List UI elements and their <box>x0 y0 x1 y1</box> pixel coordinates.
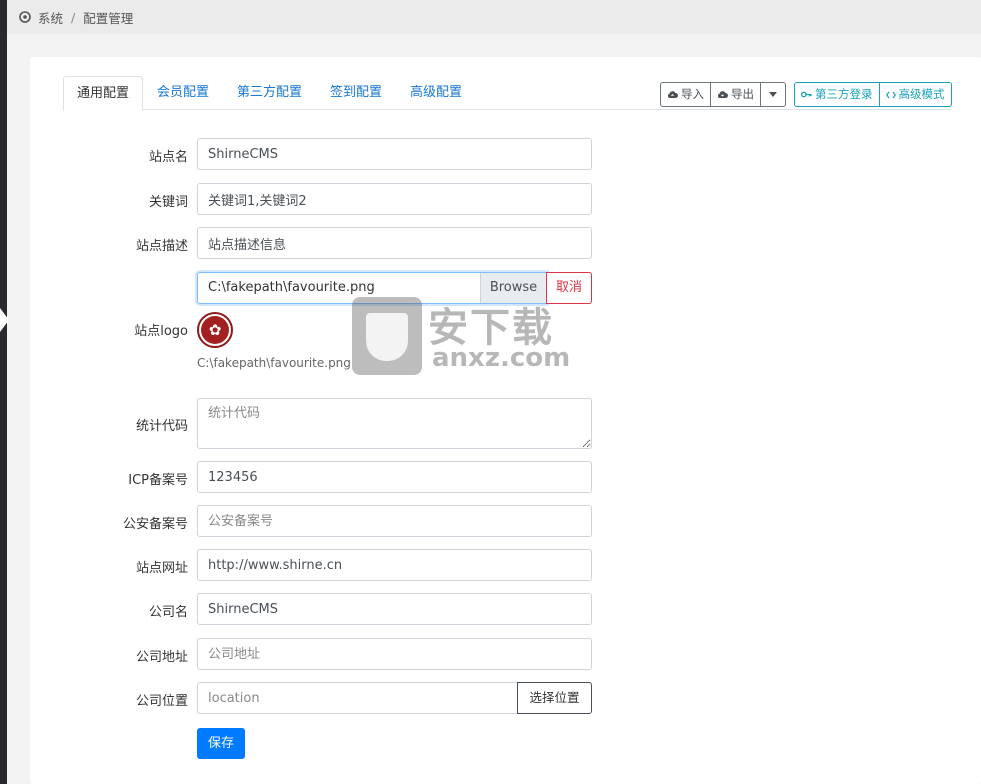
config-card: 通用配置 会员配置 第三方配置 签到配置 高级配置 导入 导出 第三方登录 高级… <box>30 57 981 784</box>
site-name-label: 站点名 <box>148 150 188 165</box>
tab-general[interactable]: 通用配置 <box>63 76 144 111</box>
export-button[interactable]: 导出 <box>711 82 761 107</box>
breadcrumb-root[interactable]: 系统 <box>38 8 63 27</box>
logo-file-caption: C:\fakepath\favourite.png <box>197 356 351 370</box>
select-location-button[interactable]: 选择位置 <box>517 682 592 714</box>
stats-code-label: 统计代码 <box>135 419 188 434</box>
logo-label: 站点logo <box>134 324 188 339</box>
tab-advanced[interactable]: 高级配置 <box>397 76 475 110</box>
third-party-login-button[interactable]: 第三方登录 <box>794 82 880 107</box>
cloud-download-icon <box>717 90 728 99</box>
code-icon <box>885 91 896 99</box>
sidebar-collapse-arrow-icon[interactable] <box>0 308 9 332</box>
breadcrumb-separator: / <box>71 9 76 25</box>
logo-seal-icon: ✿ <box>201 316 229 344</box>
import-export-group: 导入 导出 <box>660 82 786 107</box>
icp-input[interactable] <box>197 461 592 493</box>
save-button[interactable]: 保存 <box>197 728 245 759</box>
breadcrumb: 系统 / 配置管理 <box>7 0 981 34</box>
icp-label: ICP备案号 <box>128 473 188 488</box>
watermark: 安下载 anxz.com <box>352 291 582 381</box>
third-party-login-label: 第三方登录 <box>815 87 873 101</box>
breadcrumb-current: 配置管理 <box>83 10 134 26</box>
cloud-upload-icon <box>667 90 678 99</box>
import-button[interactable]: 导入 <box>660 82 711 107</box>
company-name-input[interactable] <box>197 593 592 625</box>
export-dropdown-button[interactable] <box>761 82 786 107</box>
tab-member[interactable]: 会员配置 <box>144 76 222 110</box>
site-url-input[interactable] <box>197 549 592 581</box>
description-input[interactable] <box>197 227 592 259</box>
company-location-label: 公司位置 <box>135 694 188 709</box>
keywords-input[interactable] <box>197 183 592 215</box>
company-location-input[interactable] <box>197 682 518 714</box>
watermark-domain: anxz.com <box>432 343 571 373</box>
police-record-label: 公安备案号 <box>122 517 188 532</box>
site-name-input[interactable] <box>197 138 592 170</box>
police-record-input[interactable] <box>197 505 592 537</box>
caret-down-icon <box>769 92 777 97</box>
advanced-mode-label: 高级模式 <box>898 87 945 101</box>
tab-third-party[interactable]: 第三方配置 <box>224 76 315 110</box>
left-sidebar-edge <box>0 0 9 784</box>
export-label: 导出 <box>731 87 754 101</box>
stats-code-textarea[interactable] <box>197 398 592 449</box>
tab-checkin[interactable]: 签到配置 <box>317 76 395 110</box>
import-label: 导入 <box>681 87 704 101</box>
key-icon <box>801 91 812 98</box>
shield-icon <box>352 297 422 375</box>
advanced-mode-button[interactable]: 高级模式 <box>879 82 952 107</box>
company-name-label: 公司名 <box>148 605 188 620</box>
site-url-label: 站点网址 <box>135 561 188 576</box>
company-address-input[interactable] <box>197 638 592 670</box>
gear-icon <box>19 11 31 23</box>
mode-group: 第三方登录 高级模式 <box>794 82 952 107</box>
description-label: 站点描述 <box>135 239 188 254</box>
site-logo-image: ✿ <box>197 312 233 348</box>
keywords-label: 关键词 <box>148 195 188 210</box>
company-address-label: 公司地址 <box>135 650 188 665</box>
